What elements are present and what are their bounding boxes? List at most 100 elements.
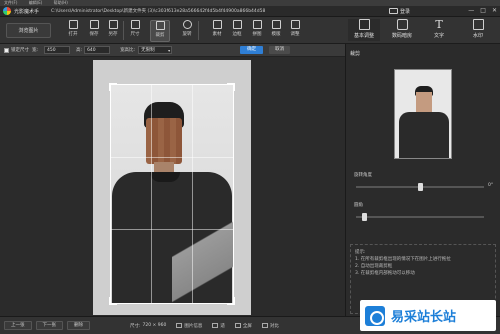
site-watermark: 易采站长站 [360, 300, 496, 331]
save-label: 保存 [89, 32, 99, 37]
menu-help[interactable]: 帮助(H) [54, 0, 68, 5]
basic-adjust-icon [358, 19, 370, 30]
delete-button[interactable]: 删除 [67, 321, 90, 330]
template-label: 模版 [271, 32, 281, 37]
login-label: 登录 [400, 8, 411, 15]
crop-grid-line [111, 156, 233, 158]
height-input[interactable]: 640 [84, 46, 111, 54]
minimize-button[interactable]: — [468, 7, 474, 14]
next-image-button[interactable]: 下一张 [35, 321, 63, 330]
compare-icon [261, 323, 268, 328]
save-as-button[interactable]: 另存 [104, 20, 122, 42]
watermark-tab[interactable]: 水印 [462, 19, 494, 41]
rotate-icon [182, 20, 192, 29]
app-window: 文件(F) 编辑(E) 帮助(H) 光影魔术手 C:\Users\Adminis… [0, 0, 500, 334]
image-info-button[interactable]: 图片信息 [176, 323, 202, 329]
crop-button[interactable]: 裁剪 [150, 20, 170, 42]
corner-radius-slider[interactable] [356, 213, 484, 221]
fullscreen-button[interactable]: 全屏 [234, 323, 252, 329]
close-button[interactable]: ✕ [492, 7, 497, 14]
material-button[interactable]: 素材 [208, 20, 226, 42]
border-button[interactable]: 边框 [228, 20, 246, 42]
tip-line: 3. 在裁剪框内部拖动可以移动 [355, 271, 415, 276]
rotate-angle-value: 0° [488, 183, 494, 188]
menu-edit[interactable]: 编辑(E) [29, 0, 43, 5]
crop-frame[interactable] [109, 83, 235, 305]
confirm-button[interactable]: 确定 [240, 46, 264, 54]
size-label: 尺寸: [130, 323, 141, 329]
image-info-label: 图片信息 [184, 323, 203, 329]
tip-line: 2. 自动出现裁剪框 [355, 264, 393, 269]
resize-label: 尺寸 [130, 32, 140, 37]
radius-slider-knob[interactable] [362, 213, 367, 221]
crop-handle-top-left[interactable] [109, 83, 117, 91]
material-label: 素材 [212, 32, 222, 37]
collage-label: 拼图 [252, 32, 262, 37]
browse-images-button[interactable]: 浏览图片 [6, 23, 51, 38]
darkroom-label: 数码暗房 [391, 33, 412, 39]
crop-handle-top-right[interactable] [227, 83, 235, 91]
text-tab[interactable]: T 文字 [423, 19, 455, 41]
width-label: 宽: [32, 48, 39, 53]
lock-size-checkbox[interactable] [4, 47, 9, 53]
right-panel: 裁剪 旋转角度 0° 圆角 提示: 1. 在所有裁剪框出现的情况下在图片上进行拖… [345, 44, 500, 316]
menu-file[interactable]: 文件(F) [4, 0, 17, 5]
thumb-body [399, 112, 449, 158]
login-button[interactable]: 登录 [389, 7, 410, 15]
template-button[interactable]: 模版 [267, 20, 285, 42]
save-as-label: 另存 [108, 32, 118, 37]
fullscreen-label: 全屏 [242, 323, 252, 329]
text-label: 文字 [433, 33, 444, 39]
compare-button[interactable]: 对比 [261, 323, 279, 329]
app-logo-icon [3, 7, 11, 15]
template-icon [271, 20, 281, 29]
lock-size-label: 锁定尺寸 [11, 48, 29, 53]
crop-handle-bottom-left[interactable] [109, 297, 117, 305]
image-canvas[interactable] [0, 57, 345, 316]
collage-button[interactable]: 拼图 [248, 20, 266, 42]
prev-image-button[interactable]: 上一张 [4, 321, 32, 330]
adjust-button[interactable]: 调整 [286, 20, 304, 42]
darkroom-tab[interactable]: 数码暗房 [386, 19, 418, 41]
toolbar-divider [123, 21, 124, 40]
crop-icon [155, 21, 165, 30]
crop-grid-line [151, 85, 153, 303]
rotate-button[interactable]: 旋转 [178, 20, 196, 42]
material-icon [212, 20, 222, 29]
maximize-button[interactable]: □ [480, 7, 486, 14]
toolbar-divider [198, 21, 199, 40]
rotate-angle-slider[interactable] [356, 183, 484, 191]
tip-line: 1. 在所有裁剪框出现的情况下在图片上进行拖拉 [355, 257, 451, 262]
ratio-select[interactable]: 无限制 [138, 46, 173, 54]
crop-grid-line [191, 85, 193, 303]
border-icon [232, 20, 242, 29]
adjust-label: 调整 [290, 32, 300, 37]
basic-adjust-tab[interactable]: 基本调整 [348, 19, 380, 41]
border-label: 边框 [232, 32, 242, 37]
cancel-button[interactable]: 取消 [269, 46, 291, 54]
info-icon [176, 323, 183, 328]
fit-button[interactable]: 适 [212, 323, 225, 329]
width-input[interactable]: 450 [44, 46, 71, 54]
crop-label: 裁剪 [155, 33, 165, 38]
size-value: 720 × 960 [142, 323, 167, 328]
crop-handle-bottom-right[interactable] [227, 297, 235, 305]
site-watermark-text: 易采站长站 [391, 310, 457, 325]
tips-title: 提示: [355, 250, 366, 255]
corner-radius-label: 圆角 [354, 203, 363, 208]
watermark-label: 水印 [472, 33, 483, 39]
titlebar: 光影魔术手 C:\Users\Administrator\Desktop\新建文… [0, 6, 500, 17]
watermark-icon [472, 19, 484, 30]
fullscreen-icon [234, 323, 241, 328]
ratio-label: 宽高比: [120, 48, 136, 53]
save-button[interactable]: 保存 [85, 20, 103, 42]
monitor-icon [389, 8, 398, 14]
rotate-angle-label: 旋转角度 [354, 173, 372, 178]
fit-label: 适 [220, 323, 225, 329]
resize-button[interactable]: 尺寸 [126, 20, 144, 42]
open-button[interactable]: 打开 [64, 20, 82, 42]
fit-icon [212, 323, 219, 328]
file-path: C:\Users\Administrator\Desktop\新建文件夹 (3)… [51, 9, 266, 14]
rotate-slider-knob[interactable] [418, 183, 423, 191]
window-controls: — □ ✕ [468, 7, 497, 14]
